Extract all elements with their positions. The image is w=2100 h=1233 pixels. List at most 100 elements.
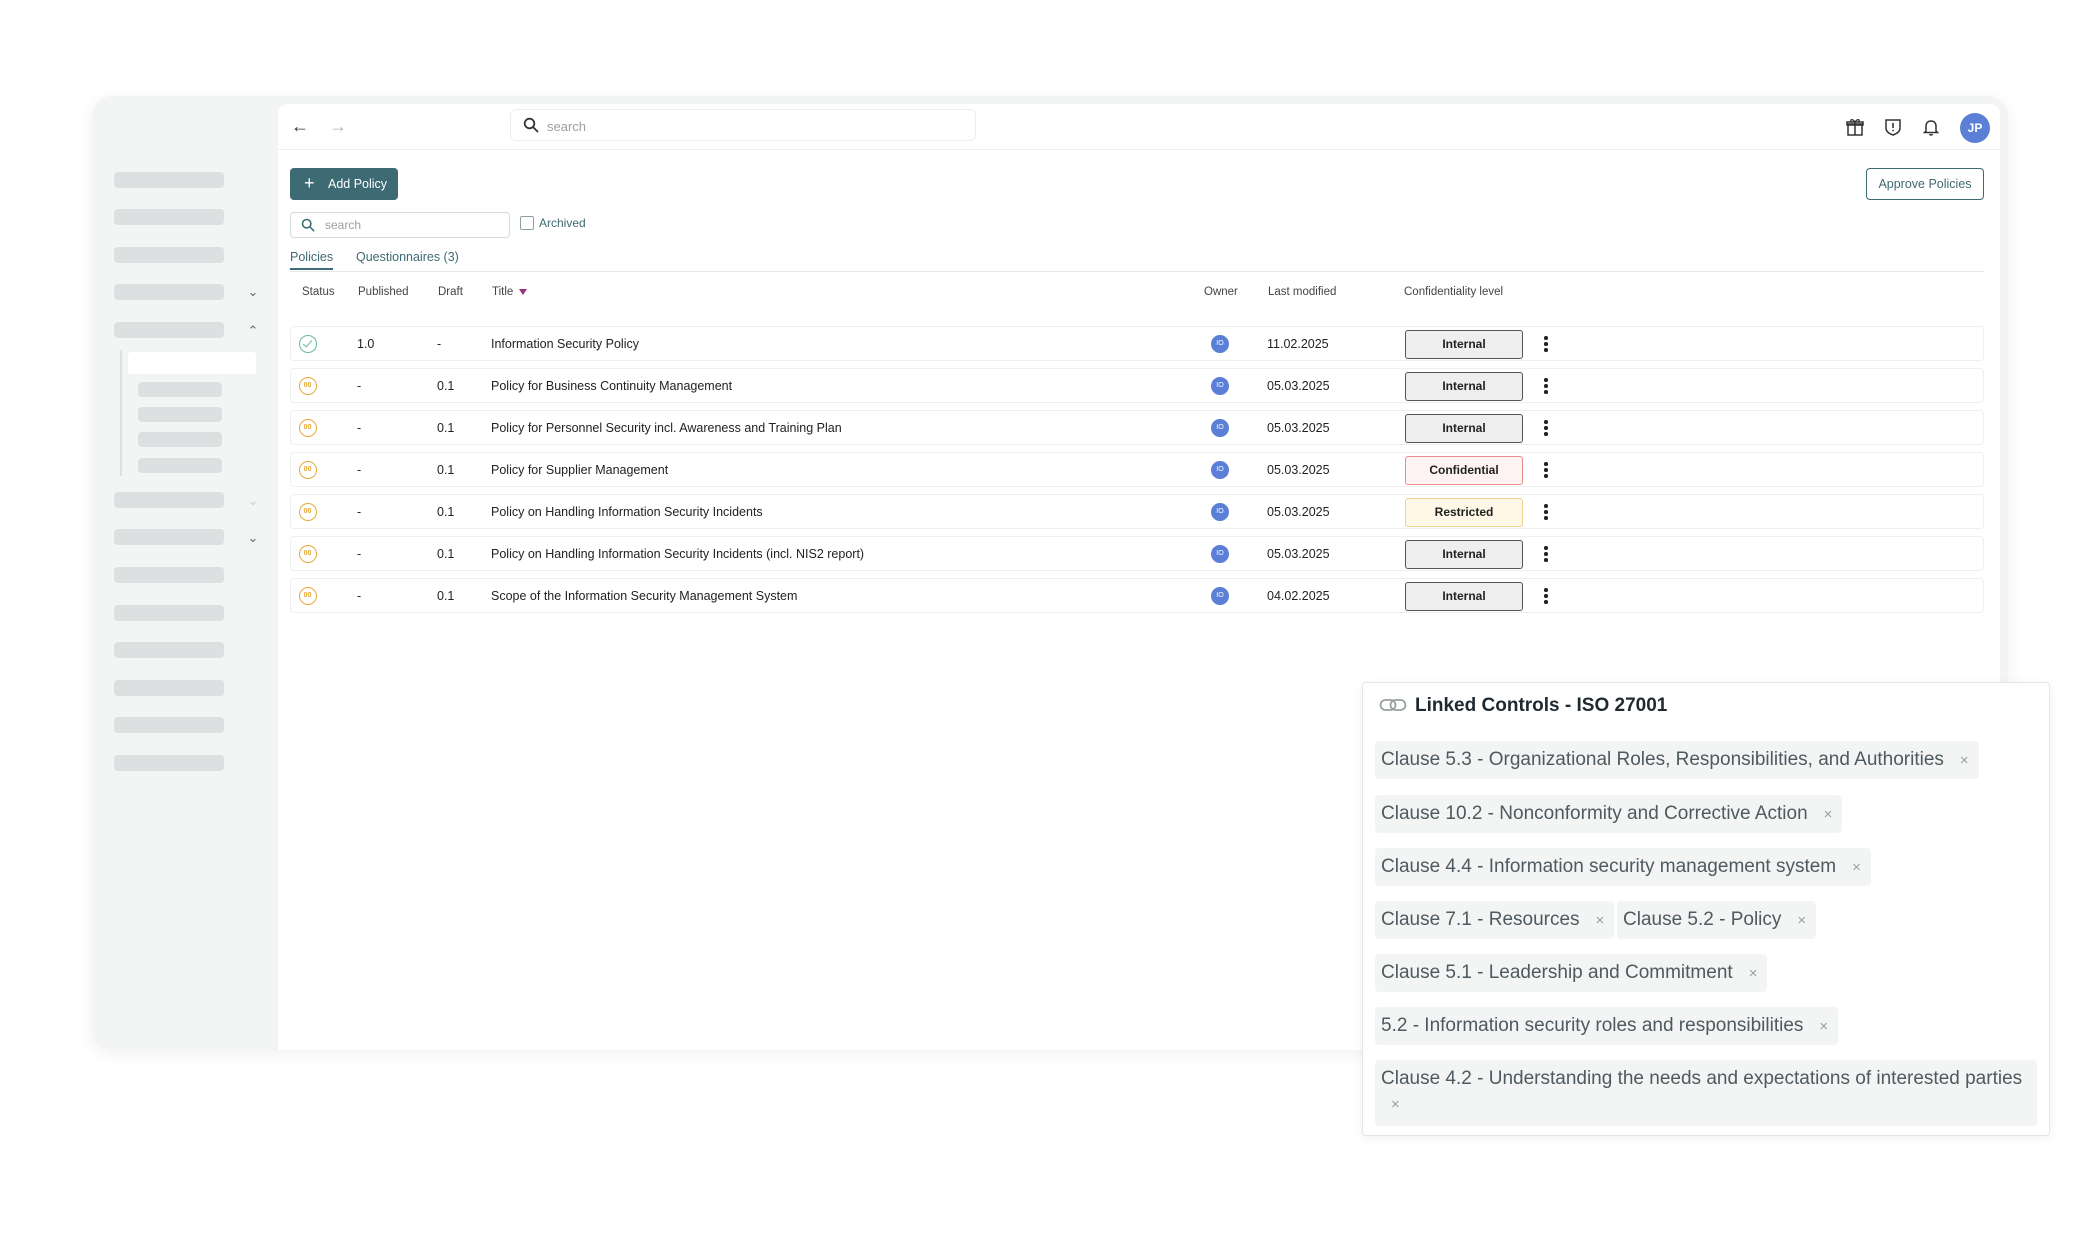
policy-search[interactable] [290,212,510,238]
remove-chip-icon[interactable]: × [1960,742,1969,780]
more-options-icon[interactable] [1541,419,1551,437]
table-row[interactable]: - 0.1 Policy for Business Continuity Manag… [290,368,1984,403]
policy-title[interactable]: Policy on Handling Information Security … [491,547,864,561]
confidentiality-badge[interactable]: Internal [1405,582,1523,611]
search-icon [523,117,539,133]
confidentiality-badge[interactable]: Restricted [1405,498,1523,527]
sidebar-subitem-selected[interactable] [128,352,256,374]
more-options-icon[interactable] [1541,335,1551,353]
sidebar-subitem-placeholder[interactable] [138,432,222,447]
control-chip[interactable]: Clause 4.4 - Information security manage… [1375,848,1871,886]
back-arrow-icon[interactable]: ← [288,114,312,138]
control-chip[interactable]: Clause 10.2 - Nonconformity and Correcti… [1375,795,1843,834]
chevron-down-icon[interactable]: ⌄ [246,494,260,508]
owner-avatar[interactable]: IO [1211,419,1229,437]
more-options-icon[interactable] [1541,461,1551,479]
column-header-last-modified[interactable]: Last modified [1268,286,1336,298]
policy-title[interactable]: Scope of the Information Security Manage… [491,589,797,603]
remove-chip-icon[interactable]: × [1852,849,1861,887]
column-header-confidentiality[interactable]: Confidentiality level [1404,286,1503,298]
owner-avatar[interactable]: IO [1211,461,1229,479]
control-chip[interactable]: Clause 7.1 - Resources × [1375,901,1615,940]
column-header-owner[interactable]: Owner [1204,286,1238,298]
sidebar-subitem-placeholder[interactable] [138,382,222,397]
gift-icon[interactable] [1844,116,1866,138]
archived-checkbox[interactable]: Archived [520,216,586,230]
sidebar-placeholder[interactable] [114,680,224,696]
remove-chip-icon[interactable]: × [1596,902,1605,940]
owner-avatar[interactable]: IO [1211,335,1229,353]
column-header-draft[interactable]: Draft [438,286,463,298]
control-chip[interactable]: Clause 5.1 - Leadership and Commitment × [1375,954,1768,993]
policy-title[interactable]: Policy for Business Continuity Managemen… [491,379,732,393]
chevron-up-icon[interactable]: ⌃ [246,324,260,338]
column-header-status[interactable]: Status [302,286,335,298]
bell-icon[interactable] [1920,116,1942,138]
sidebar-placeholder[interactable] [114,529,224,545]
control-chip[interactable]: Clause 5.3 - Organizational Roles, Respo… [1375,741,1979,779]
policy-title[interactable]: Policy for Personnel Security incl. Awar… [491,421,842,435]
sidebar-placeholder[interactable] [114,755,224,771]
tab-questionnaires[interactable]: Questionnaires (3) [356,250,459,268]
remove-chip-icon[interactable]: × [1749,955,1758,993]
sidebar-subitem-placeholder[interactable] [138,458,222,473]
sidebar-placeholder[interactable] [114,605,224,621]
policy-title[interactable]: Information Security Policy [491,337,639,351]
more-options-icon[interactable] [1541,545,1551,563]
table-row[interactable]: - 0.1 Policy for Personnel Security incl. … [290,410,1984,445]
policy-title[interactable]: Policy on Handling Information Security … [491,505,763,519]
more-options-icon[interactable] [1541,587,1551,605]
sidebar-placeholder[interactable] [114,642,224,658]
status-draft-icon [299,461,317,479]
sidebar-placeholder[interactable] [114,284,224,300]
tab-policies[interactable]: Policies [290,250,334,270]
owner-avatar[interactable]: IO [1211,377,1229,395]
owner-avatar[interactable]: IO [1211,503,1229,521]
sort-desc-icon[interactable] [519,289,528,295]
table-row[interactable]: - 0.1 Policy on Handling Information Secur… [290,494,1984,529]
owner-avatar[interactable]: IO [1211,587,1229,605]
remove-chip-icon[interactable]: × [1797,902,1806,940]
confidentiality-badge[interactable]: Confidential [1405,456,1523,485]
sidebar-placeholder[interactable] [114,209,224,225]
table-row[interactable]: - 0.1 Policy for Supplier Management IO 05.0… [290,452,1984,487]
add-policy-button[interactable]: + Add Policy [290,168,398,200]
table-row[interactable]: 1.0 - Information Security Policy IO 11.02.2… [290,326,1984,361]
sidebar-placeholder[interactable] [114,492,224,508]
policy-search-input[interactable] [325,216,501,234]
more-options-icon[interactable] [1541,503,1551,521]
forward-arrow-icon[interactable]: → [326,114,350,138]
control-chip[interactable]: Clause 4.2 - Understanding the needs and… [1375,1060,2037,1126]
sidebar-placeholder[interactable] [114,567,224,583]
remove-chip-icon[interactable]: × [1824,796,1833,834]
confidentiality-badge[interactable]: Internal [1405,330,1523,359]
user-avatar[interactable]: JP [1960,113,1990,143]
confidentiality-badge[interactable]: Internal [1405,414,1523,443]
more-options-icon[interactable] [1541,377,1551,395]
sidebar-placeholder[interactable] [114,322,224,338]
remove-chip-icon[interactable]: × [1391,1094,2027,1116]
checkbox-box[interactable] [520,216,534,230]
global-search[interactable] [510,109,976,141]
remove-chip-icon[interactable]: × [1819,1008,1828,1046]
confidentiality-badge[interactable]: Internal [1405,372,1523,401]
global-search-input[interactable] [547,116,947,136]
sidebar-placeholder[interactable] [114,247,224,263]
column-header-published[interactable]: Published [358,286,409,298]
chevron-down-icon[interactable]: ⌄ [246,531,260,545]
confidentiality-badge[interactable]: Internal [1405,540,1523,569]
policy-title[interactable]: Policy for Supplier Management [491,463,668,477]
sidebar-placeholder[interactable] [114,717,224,733]
table-row[interactable]: - 0.1 Scope of the Information Security Ma… [290,578,1984,613]
control-chip[interactable]: Clause 5.2 - Policy × [1617,901,1817,940]
shield-alert-icon[interactable] [1882,116,1904,138]
last-modified: 05.03.2025 [1267,421,1330,435]
chevron-down-icon[interactable]: ⌄ [246,285,260,299]
owner-avatar[interactable]: IO [1211,545,1229,563]
sidebar-placeholder[interactable] [114,172,224,188]
approve-policies-button[interactable]: Approve Policies [1866,168,1984,200]
control-chip[interactable]: 5.2 - Information security roles and res… [1375,1007,1839,1046]
table-row[interactable]: - 0.1 Policy on Handling Information Secur… [290,536,1984,571]
sidebar-subitem-placeholder[interactable] [138,407,222,422]
column-header-title[interactable]: Title [492,286,528,298]
